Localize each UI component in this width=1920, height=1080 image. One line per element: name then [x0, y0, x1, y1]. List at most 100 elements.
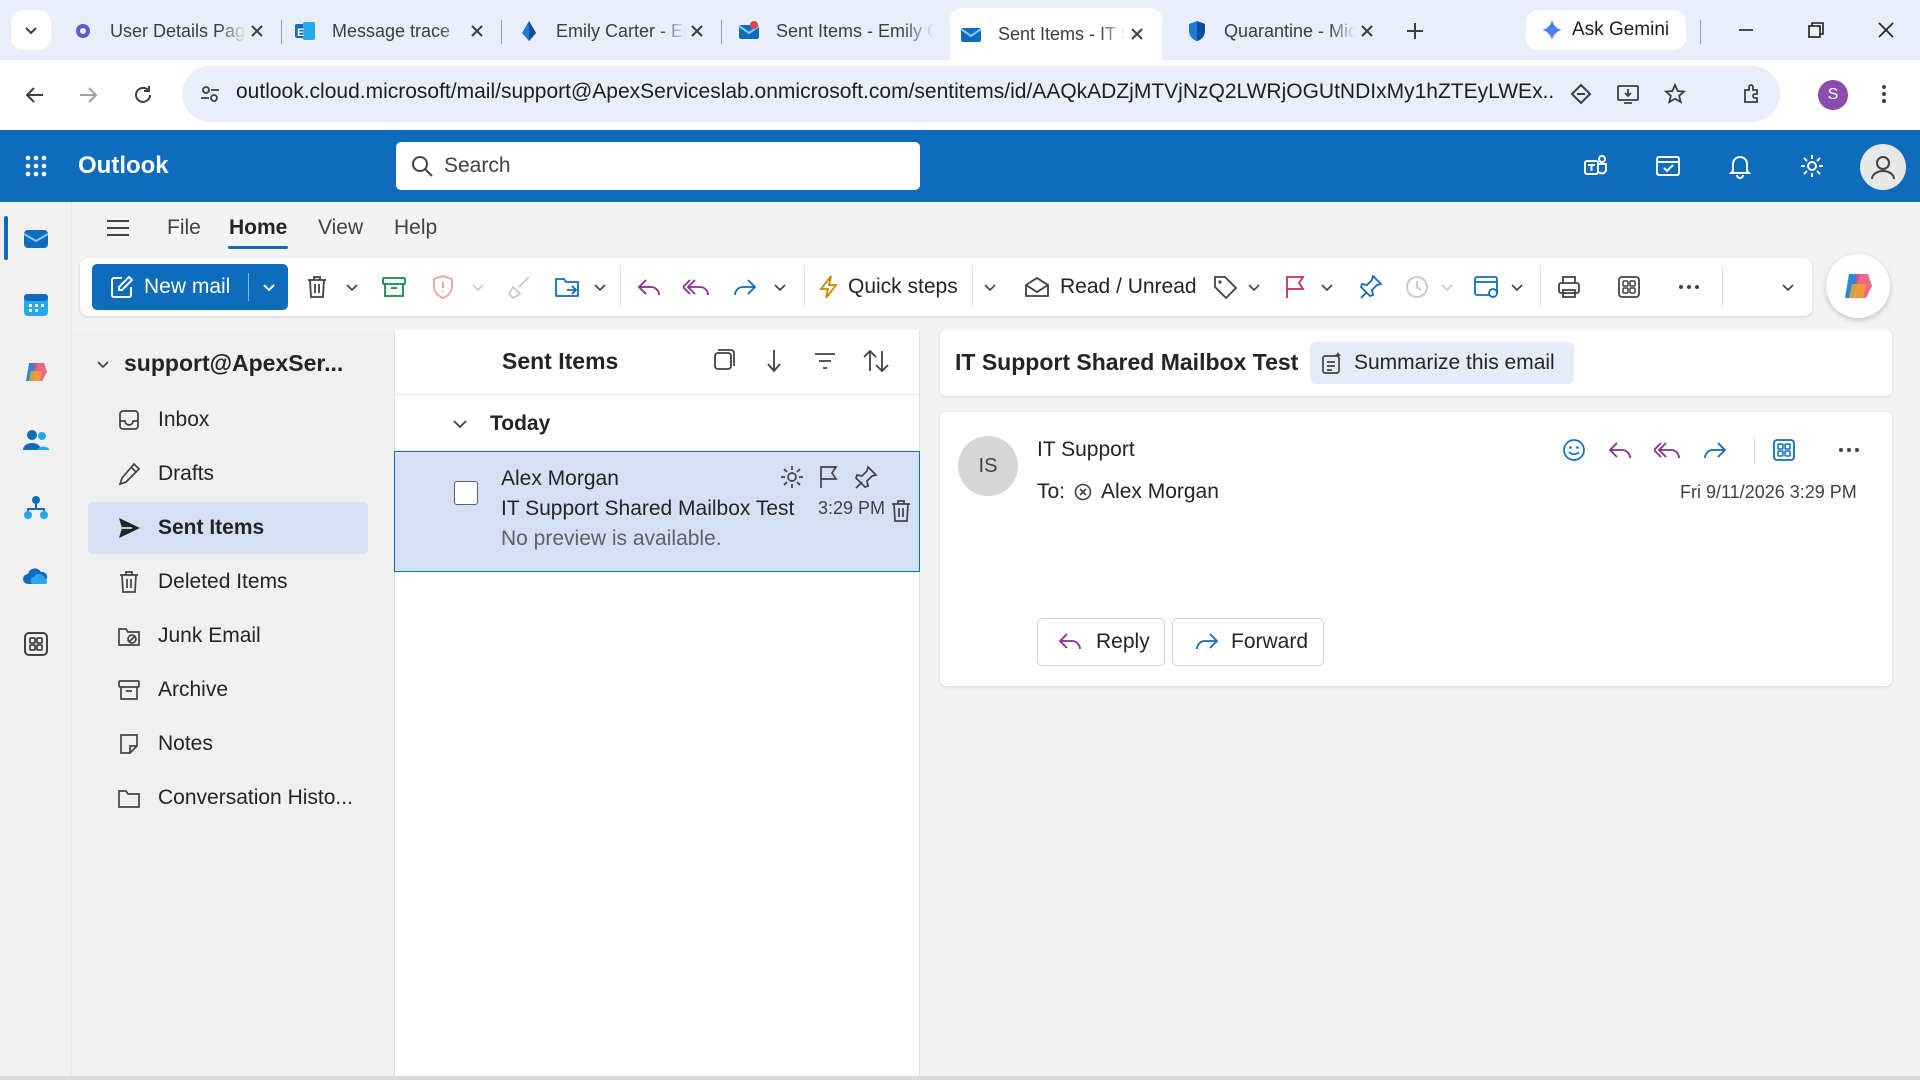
archive-button[interactable]: [377, 270, 411, 304]
install-app-icon[interactable]: [1612, 78, 1644, 110]
folder-junk-email[interactable]: Junk Email: [88, 610, 368, 662]
tab-sent-items-emily[interactable]: Sent Items - Emily Carter: [738, 8, 934, 54]
tab-search-button[interactable]: [11, 10, 51, 50]
bookmark-star-icon[interactable]: [1659, 78, 1691, 110]
rules-chevron[interactable]: [1506, 270, 1528, 304]
tab-message-trace[interactable]: E Message trace: [294, 8, 488, 54]
respond-options-chevron[interactable]: [768, 270, 792, 304]
delete-options-chevron[interactable]: [340, 270, 364, 304]
sender-name[interactable]: IT Support: [1037, 438, 1135, 462]
menu-icon[interactable]: [100, 212, 136, 244]
select-mode-icon[interactable]: [708, 346, 738, 376]
snooze-chevron[interactable]: [1436, 270, 1458, 304]
ribbon-tab-help[interactable]: Help: [394, 216, 437, 240]
snooze-button[interactable]: [1402, 270, 1432, 304]
forward-button[interactable]: [70, 77, 106, 113]
reload-button[interactable]: [125, 77, 161, 113]
translate-icon[interactable]: [1565, 78, 1597, 110]
quick-steps-button[interactable]: Quick steps: [818, 270, 958, 304]
site-info-icon[interactable]: [196, 80, 224, 108]
folder-sent-items[interactable]: Sent Items: [88, 502, 368, 554]
forward-button[interactable]: [728, 270, 762, 304]
expand-ribbon-chevron[interactable]: [1776, 270, 1800, 304]
tab-quarantine[interactable]: Quarantine - Microsoft Defender: [1186, 8, 1378, 54]
calendar-app-icon[interactable]: [18, 286, 54, 322]
app-name[interactable]: Outlook: [78, 152, 169, 180]
flag-icon[interactable]: [814, 462, 844, 492]
chevron-down-icon[interactable]: [249, 279, 288, 295]
close-icon[interactable]: [466, 20, 488, 42]
apps-button[interactable]: [1612, 270, 1646, 304]
emoji-icon[interactable]: [1556, 432, 1592, 468]
print-button[interactable]: [1552, 270, 1586, 304]
report-options-chevron[interactable]: [466, 270, 490, 304]
back-button[interactable]: [17, 77, 53, 113]
close-icon[interactable]: [686, 20, 708, 42]
teams-icon[interactable]: [1578, 148, 1614, 184]
tab-emily-carter[interactable]: Emily Carter - Entra: [518, 8, 708, 54]
sweep-button[interactable]: [503, 270, 537, 304]
minimize-button[interactable]: [1728, 12, 1764, 48]
ribbon-tab-home[interactable]: Home: [229, 216, 287, 240]
recipient-name[interactable]: Alex Morgan: [1101, 480, 1219, 504]
new-mail-button[interactable]: New mail: [92, 264, 288, 310]
search-input[interactable]: Search: [396, 142, 920, 190]
folder-deleted-items[interactable]: Deleted Items: [88, 556, 368, 608]
more-options-icon[interactable]: [1831, 432, 1867, 468]
mail-app-icon[interactable]: [18, 220, 54, 256]
message-checkbox[interactable]: [454, 481, 478, 505]
copilot-button[interactable]: [1826, 254, 1890, 318]
forward-button[interactable]: Forward: [1172, 618, 1324, 666]
gear-icon[interactable]: [777, 462, 807, 492]
reply-button[interactable]: Reply: [1037, 618, 1165, 666]
read-unread-button[interactable]: Read / Unread: [1024, 270, 1197, 304]
rules-button[interactable]: [1470, 270, 1504, 304]
folder-drafts[interactable]: Drafts: [88, 448, 368, 500]
copilot-app-icon[interactable]: [18, 354, 54, 390]
tab-sent-items-it-support[interactable]: Sent Items - IT Support: [950, 8, 1162, 60]
url-text[interactable]: outlook.cloud.microsoft/mail/support@Ape…: [236, 80, 1556, 104]
apps-grid-icon[interactable]: [1766, 432, 1802, 468]
people-app-icon[interactable]: [18, 422, 54, 458]
account-node[interactable]: support@ApexSer...: [96, 350, 343, 377]
report-button[interactable]: [426, 270, 460, 304]
extensions-icon[interactable]: [1736, 78, 1768, 110]
categorize-button[interactable]: [1210, 270, 1240, 304]
app-launcher-icon[interactable]: [18, 148, 54, 184]
trash-icon[interactable]: [886, 496, 916, 526]
reply-all-icon[interactable]: [1650, 432, 1686, 468]
delete-button[interactable]: [300, 270, 334, 304]
tab-user-details[interactable]: User Details Page: [72, 8, 268, 54]
sender-avatar[interactable]: IS: [958, 436, 1018, 496]
onedrive-app-icon[interactable]: [18, 558, 54, 594]
flag-chevron[interactable]: [1315, 270, 1339, 304]
folder-archive[interactable]: Archive: [88, 664, 368, 716]
flag-button[interactable]: [1280, 270, 1310, 304]
my-day-icon[interactable]: [1650, 148, 1686, 184]
move-options-chevron[interactable]: [588, 270, 612, 304]
folder-conversation-history[interactable]: Conversation Histo...: [88, 772, 368, 824]
summarize-button[interactable]: Summarize this email: [1310, 342, 1574, 384]
folder-notes[interactable]: Notes: [88, 718, 368, 770]
group-header-today[interactable]: Today: [452, 412, 550, 436]
gear-icon[interactable]: [1794, 148, 1830, 184]
close-icon[interactable]: [246, 20, 268, 42]
browser-menu-icon[interactable]: [1868, 78, 1900, 110]
bell-icon[interactable]: [1722, 148, 1758, 184]
ask-gemini-button[interactable]: Ask Gemini: [1526, 10, 1686, 50]
more-apps-icon[interactable]: [18, 626, 54, 662]
reply-button[interactable]: [632, 270, 666, 304]
forward-icon[interactable]: [1697, 432, 1733, 468]
ribbon-tab-view[interactable]: View: [318, 216, 363, 240]
new-tab-button[interactable]: [1398, 14, 1432, 48]
restore-button[interactable]: [1798, 12, 1834, 48]
sort-icon[interactable]: [861, 346, 891, 376]
jump-to-icon[interactable]: [759, 346, 789, 376]
folder-inbox[interactable]: Inbox: [88, 394, 368, 446]
account-avatar[interactable]: [1860, 144, 1906, 190]
pin-icon[interactable]: [851, 462, 881, 492]
quick-steps-chevron[interactable]: [978, 270, 1002, 304]
reply-all-button[interactable]: [680, 270, 714, 304]
close-icon[interactable]: [1126, 23, 1148, 45]
close-window-button[interactable]: [1868, 12, 1904, 48]
